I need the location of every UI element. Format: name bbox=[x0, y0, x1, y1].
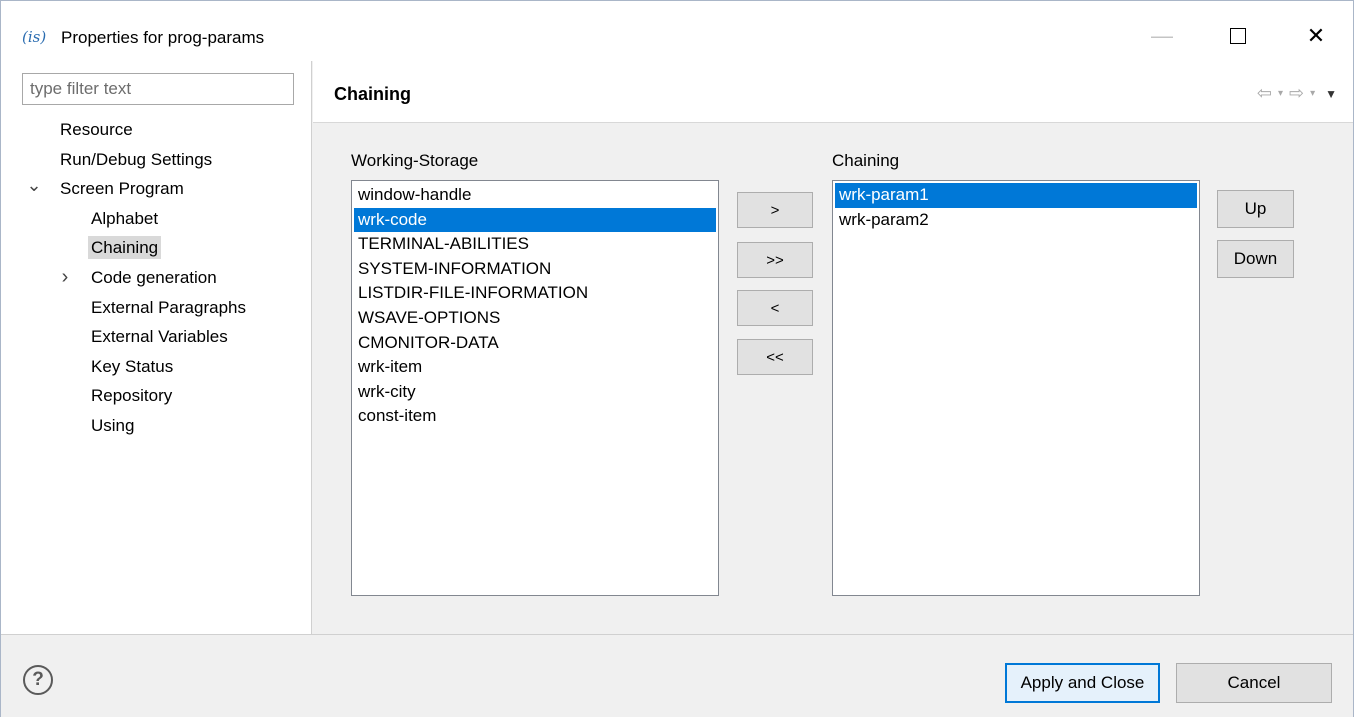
forward-dropdown-icon[interactable]: ▾ bbox=[1310, 88, 1315, 99]
cancel-button[interactable]: Cancel bbox=[1176, 663, 1332, 703]
list-item[interactable]: WSAVE-OPTIONS bbox=[354, 306, 716, 331]
tree-item-resource[interactable]: Resource bbox=[57, 116, 136, 143]
list-item[interactable]: wrk-code bbox=[354, 207, 716, 233]
tree-item-label: Screen Program bbox=[60, 179, 184, 199]
tree-item-code-generation[interactable]: › Code generation bbox=[62, 264, 220, 291]
add-button[interactable]: > bbox=[737, 192, 813, 228]
chaining-list[interactable]: wrk-param1 wrk-param2 bbox=[832, 180, 1200, 596]
list-item[interactable]: wrk-item bbox=[354, 355, 716, 380]
app-logo-icon: (is) bbox=[22, 28, 47, 46]
tree-item-external-paragraphs[interactable]: External Paragraphs bbox=[88, 294, 249, 321]
tree-item-screen-program[interactable]: ⌄ Screen Program bbox=[26, 175, 187, 202]
add-all-button[interactable]: >> bbox=[737, 242, 813, 278]
page-title: Chaining bbox=[334, 84, 411, 104]
properties-dialog: (is) Properties for prog-params — ✕ Reso… bbox=[0, 0, 1354, 717]
close-button[interactable]: ✕ bbox=[1293, 16, 1339, 56]
remove-button[interactable]: < bbox=[737, 290, 813, 326]
remove-all-button[interactable]: << bbox=[737, 339, 813, 375]
list-item[interactable]: TERMINAL-ABILITIES bbox=[354, 232, 716, 257]
view-menu-icon[interactable]: ▼ bbox=[1325, 87, 1337, 101]
working-storage-list[interactable]: window-handle wrk-code TERMINAL-ABILITIES S… bbox=[351, 180, 719, 596]
up-button[interactable]: Up bbox=[1217, 190, 1294, 228]
list-item[interactable]: LISTDIR-FILE-INFORMATION bbox=[354, 281, 716, 306]
chevron-down-icon[interactable]: ⌄ bbox=[26, 175, 42, 202]
tree-item-run-debug-settings[interactable]: Run/Debug Settings bbox=[57, 146, 215, 173]
property-page: Chaining ⇦ ▾ ⇨ ▾ ▼ Working-Storage windo… bbox=[313, 61, 1353, 634]
tree-item-repository[interactable]: Repository bbox=[88, 382, 175, 409]
tree-item-label: Using bbox=[91, 416, 135, 435]
maximize-icon bbox=[1230, 28, 1246, 44]
list-item[interactable]: CMONITOR-DATA bbox=[354, 331, 716, 356]
back-arrow-icon[interactable]: ⇦ bbox=[1257, 83, 1272, 104]
minimize-button[interactable]: — bbox=[1139, 16, 1185, 56]
tree-item-label: Alphabet bbox=[91, 208, 159, 228]
list-item[interactable]: const-item bbox=[354, 404, 716, 429]
tree-item-alphabet[interactable]: Alphabet bbox=[88, 205, 161, 232]
list-item[interactable]: window-handle bbox=[354, 183, 716, 208]
tree-item-key-status[interactable]: Key Status bbox=[88, 353, 176, 380]
help-icon[interactable]: ? bbox=[23, 665, 53, 695]
list-item[interactable]: wrk-city bbox=[354, 380, 716, 405]
tree-item-label: Resource bbox=[60, 120, 133, 139]
maximize-button[interactable] bbox=[1215, 16, 1261, 56]
page-navigation: ⇦ ▾ ⇨ ▾ ▼ bbox=[1257, 83, 1337, 104]
filter-input[interactable] bbox=[22, 73, 294, 105]
back-dropdown-icon[interactable]: ▾ bbox=[1278, 88, 1283, 99]
window-title: Properties for prog-params bbox=[61, 28, 265, 47]
tree-item-label: External Paragraphs bbox=[91, 297, 246, 317]
tree-item-label: Key Status bbox=[91, 356, 174, 376]
down-button[interactable]: Down bbox=[1217, 240, 1294, 278]
working-storage-label: Working-Storage bbox=[351, 151, 479, 170]
list-item[interactable]: wrk-param1 bbox=[835, 183, 1197, 208]
forward-arrow-icon[interactable]: ⇨ bbox=[1289, 83, 1304, 104]
tree-item-external-variables[interactable]: External Variables bbox=[88, 323, 231, 350]
page-header: Chaining ⇦ ▾ ⇨ ▾ ▼ bbox=[313, 61, 1353, 123]
tree-item-label: Code generation bbox=[91, 268, 217, 287]
tree-item-using[interactable]: Using bbox=[88, 412, 137, 439]
title-bar: (is) Properties for prog-params — ✕ bbox=[1, 1, 1353, 61]
list-item[interactable]: wrk-param2 bbox=[835, 208, 1197, 233]
list-item[interactable]: SYSTEM-INFORMATION bbox=[354, 257, 716, 282]
tree-item-label: Repository bbox=[91, 386, 173, 406]
button-bar: ? Apply and Close Cancel bbox=[1, 634, 1353, 717]
category-tree-pane: Resource Run/Debug Settings ⌄ Screen Progra… bbox=[1, 61, 312, 634]
tree-item-label: External Variables bbox=[91, 327, 228, 347]
apply-and-close-button[interactable]: Apply and Close bbox=[1005, 663, 1160, 703]
chaining-list-label: Chaining bbox=[832, 151, 900, 170]
tree-item-label: Run/Debug Settings bbox=[60, 149, 213, 169]
tree-item-chaining[interactable]: Chaining bbox=[88, 234, 162, 261]
chevron-right-icon[interactable]: › bbox=[57, 264, 73, 291]
tree-item-label: Chaining bbox=[88, 236, 162, 260]
